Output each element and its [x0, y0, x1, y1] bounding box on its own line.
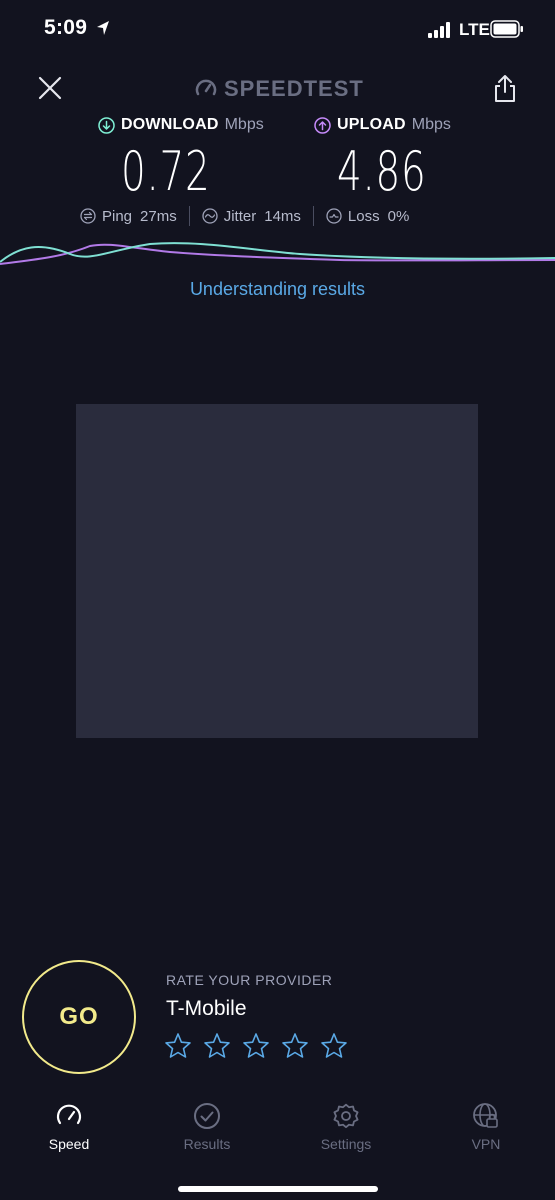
go-label: GO [59, 1003, 99, 1030]
gauge-logo-icon [195, 79, 217, 96]
tab-speed-label: Speed [48, 1136, 90, 1152]
share-icon[interactable] [492, 74, 518, 104]
understanding-results-link[interactable]: Understanding results [0, 279, 555, 300]
gear-icon [333, 1103, 359, 1129]
download-arrow-icon [98, 116, 115, 134]
globe-lock-icon [473, 1103, 498, 1128]
status-time: 5:09 [44, 16, 88, 39]
speed-wave-graph [0, 242, 555, 265]
tab-settings[interactable]: Settings [291, 1098, 401, 1152]
upload-unit: Mbps [411, 116, 451, 133]
tab-vpn-label: VPN [471, 1136, 501, 1152]
speedtest-logo: SPEEDTEST [194, 76, 364, 102]
speedometer-icon [56, 1104, 82, 1125]
download-wave-line [0, 242, 555, 263]
network-type: LTE [459, 20, 490, 39]
close-icon[interactable] [36, 74, 64, 102]
loss-value: 0 [387, 207, 396, 225]
star-rating [164, 1032, 348, 1060]
ping-icon [80, 208, 96, 224]
upload-header: UPLOAD Mbps [314, 116, 451, 134]
download-label: DOWNLOAD [121, 116, 219, 133]
tab-results[interactable]: Results [152, 1098, 262, 1152]
provider-name: T-Mobile [166, 997, 247, 1020]
go-button[interactable]: GO [22, 960, 136, 1074]
loss-unit: % [395, 207, 410, 225]
star-icon[interactable] [164, 1032, 192, 1060]
divider [188, 206, 190, 226]
upload-value: 4.86 [337, 140, 427, 203]
loss-icon [326, 208, 342, 224]
star-icon[interactable] [281, 1032, 309, 1060]
battery-icon [490, 20, 523, 38]
star-icon[interactable] [320, 1032, 348, 1060]
jitter-stat: Jitter 14ms [202, 208, 301, 225]
tab-vpn[interactable]: VPN [431, 1098, 541, 1152]
jitter-unit: ms [280, 207, 301, 225]
loss-label: Loss [347, 207, 380, 225]
download-header: DOWNLOAD Mbps [98, 116, 264, 134]
home-indicator [178, 1186, 378, 1192]
divider [312, 206, 314, 226]
rate-provider-title: RATE YOUR PROVIDER [166, 972, 333, 988]
tab-bar: Speed Results Settings VPN [0, 1098, 555, 1158]
ping-label: Ping [102, 207, 133, 225]
jitter-icon [202, 208, 218, 224]
logo-text: SPEEDTEST [224, 76, 364, 101]
upload-wave-line [0, 243, 555, 265]
upload-arrow-icon [314, 116, 331, 134]
tab-results-label: Results [183, 1136, 231, 1152]
tab-settings-label: Settings [320, 1136, 372, 1152]
location-arrow-icon [97, 21, 109, 35]
star-icon[interactable] [203, 1032, 231, 1060]
tab-speed[interactable]: Speed [14, 1098, 124, 1152]
star-icon[interactable] [242, 1032, 270, 1060]
check-circle-icon [194, 1103, 220, 1129]
ping-unit: ms [156, 207, 177, 225]
ad-placeholder [76, 404, 478, 738]
ping-stat: Ping 27ms [80, 208, 177, 225]
download-value: 0.72 [121, 140, 211, 203]
jitter-label: Jitter [223, 207, 257, 225]
stats-row: Ping 27ms Jitter 14ms Loss 0% [80, 206, 480, 226]
jitter-value: 14 [264, 207, 281, 225]
upload-label: UPLOAD [337, 116, 406, 133]
ping-value: 27 [140, 207, 157, 225]
cell-signal-icon [428, 22, 450, 38]
loss-stat: Loss 0% [326, 208, 409, 225]
download-unit: Mbps [224, 116, 264, 133]
